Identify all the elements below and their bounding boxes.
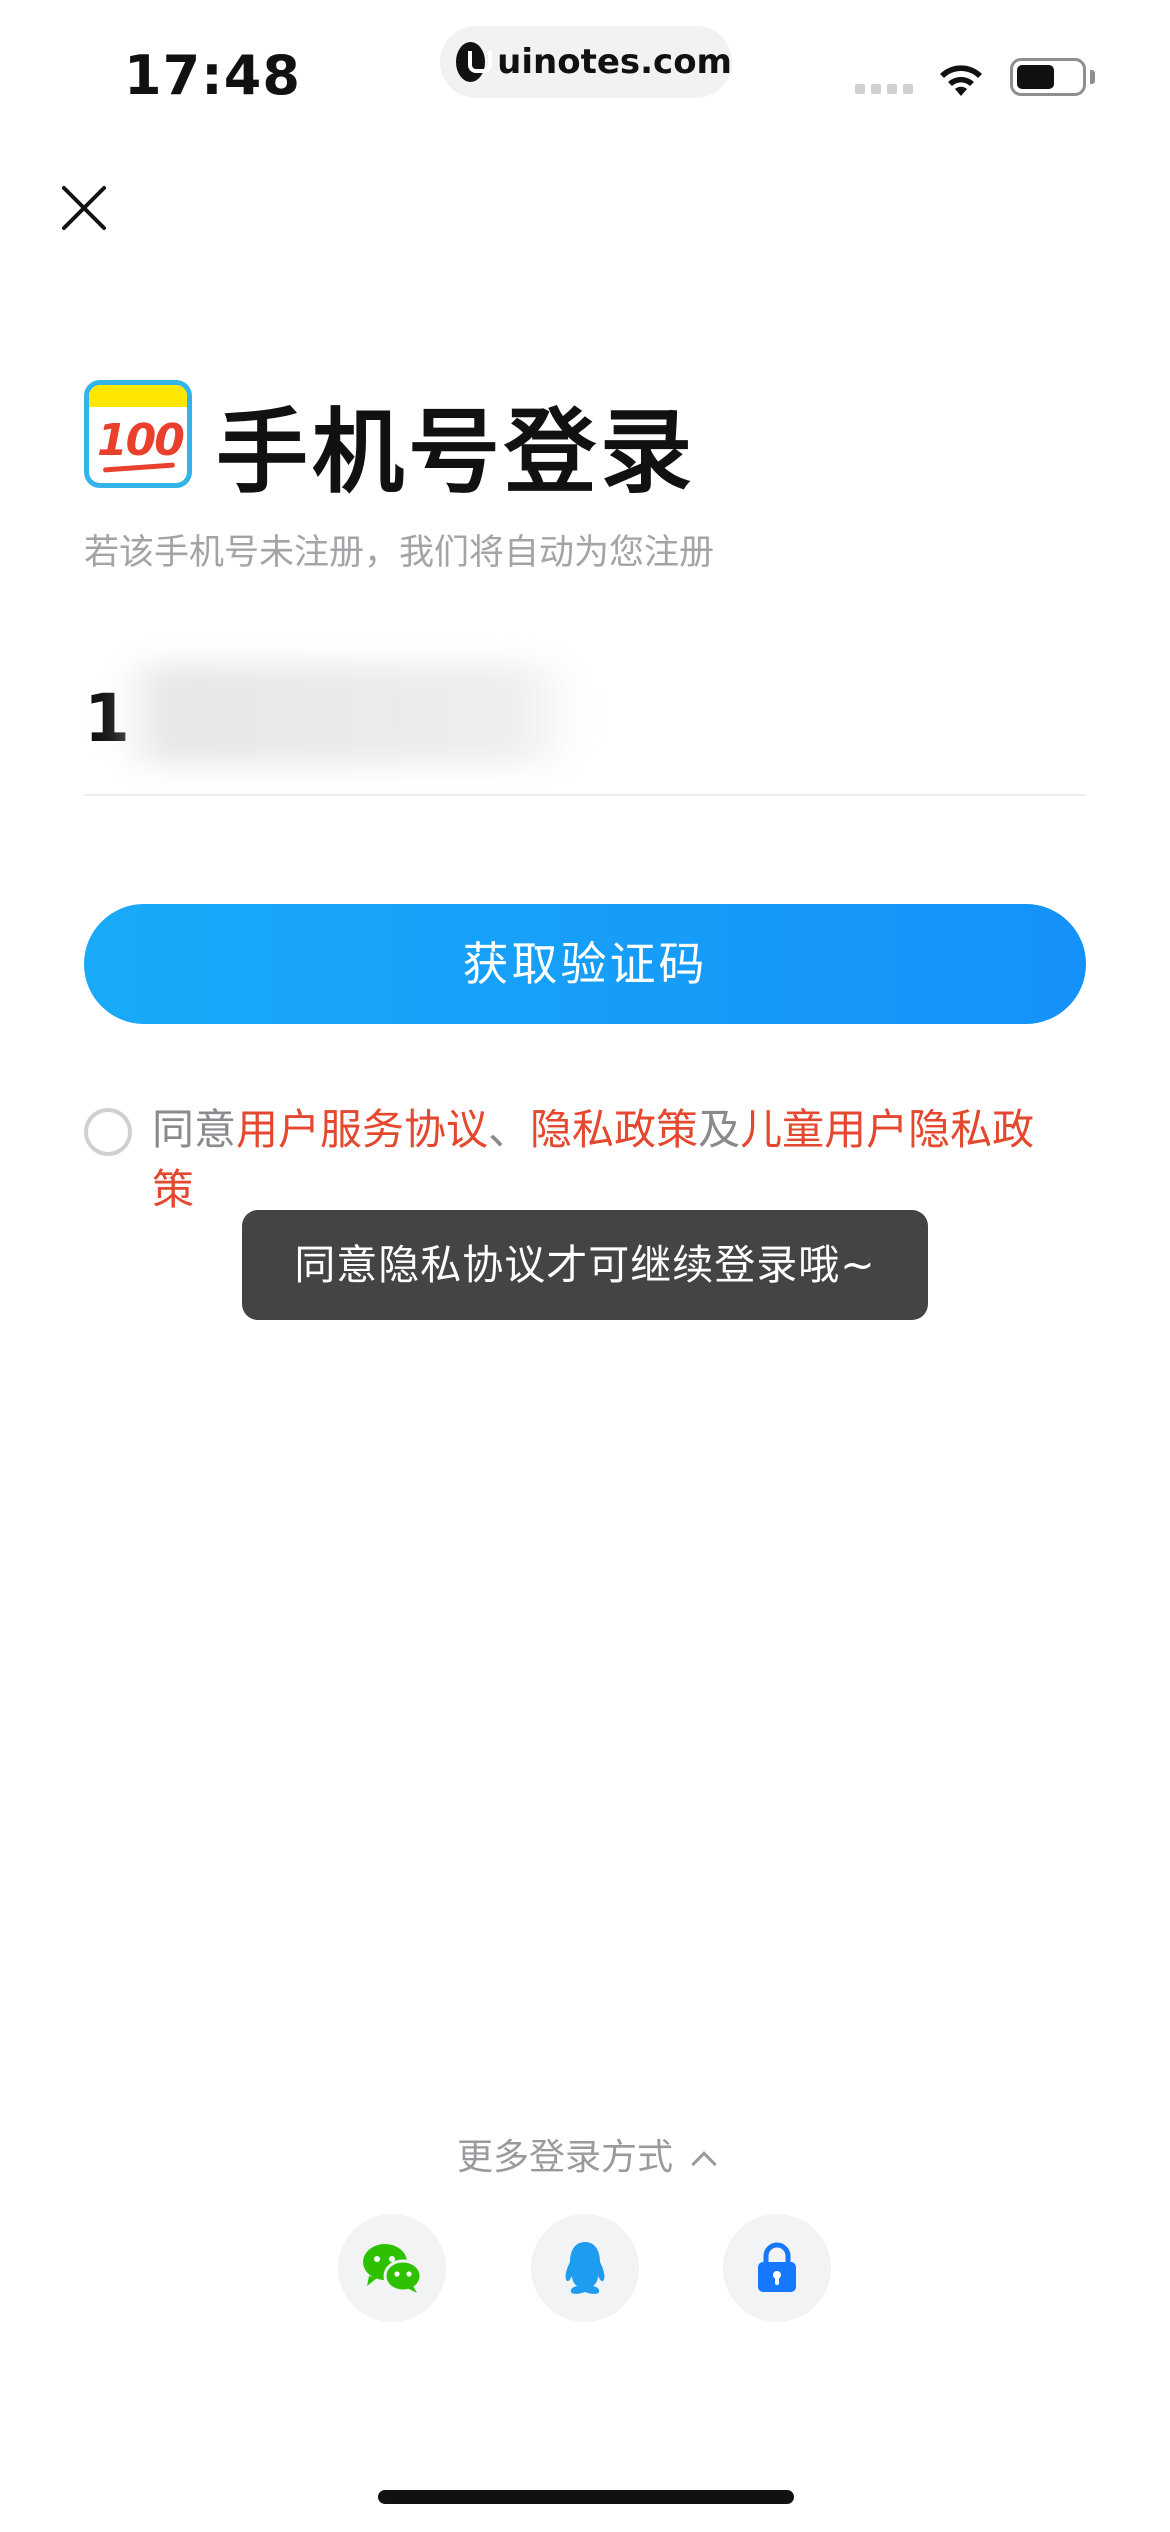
more-login-label: 更多登录方式 xyxy=(456,2137,673,2178)
agreement-radio[interactable] xyxy=(84,1108,132,1156)
agreement-separator: 、 xyxy=(488,1105,531,1154)
battery-tip xyxy=(1090,70,1095,84)
wechat-icon xyxy=(363,2244,423,2293)
privacy-policy-link[interactable]: 隐私政策 xyxy=(530,1105,698,1154)
qq-login-button[interactable] xyxy=(531,2214,639,2322)
login-screen: 17:48 uinotes.com 100 手机号登录 若该手机号未注册，我们将… xyxy=(0,0,1170,2532)
page-subtitle: 若该手机号未注册，我们将自动为您注册 xyxy=(84,533,715,573)
home-indicator xyxy=(378,2490,794,2504)
battery-icon xyxy=(1010,58,1086,96)
qq-icon xyxy=(565,2242,605,2294)
url-text: uinotes.com xyxy=(497,42,732,82)
phone-input[interactable]: 1 xyxy=(84,660,1086,796)
signal-icon xyxy=(855,84,913,94)
close-icon[interactable] xyxy=(56,180,112,236)
account-login-button[interactable] xyxy=(723,2214,831,2322)
agreement-conjunction: 及 xyxy=(698,1105,741,1154)
agreement-text: 同意用户服务协议、隐私政策及儿童用户隐私政策 xyxy=(152,1100,1072,1220)
chevron-up-icon xyxy=(691,2151,717,2177)
wechat-login-button[interactable] xyxy=(338,2214,446,2322)
app-logo-icon: 100 xyxy=(84,380,192,488)
user-agreement-link[interactable]: 用户服务协议 xyxy=(236,1105,488,1154)
lock-icon xyxy=(758,2242,796,2292)
more-login-toggle[interactable]: 更多登录方式 xyxy=(0,2128,1170,2180)
toast-message: 同意隐私协议才可继续登录哦~ xyxy=(242,1210,928,1320)
url-pill[interactable]: uinotes.com xyxy=(440,26,732,98)
get-code-button[interactable]: 获取验证码 xyxy=(84,904,1086,1024)
agreement-prefix: 同意 xyxy=(152,1105,237,1154)
page-title: 手机号登录 xyxy=(216,399,697,506)
uinotes-logo-icon xyxy=(456,42,493,82)
phone-number-blur xyxy=(112,664,582,764)
wifi-icon xyxy=(940,65,982,96)
app-logo-text: 100 xyxy=(97,415,185,466)
status-time: 17:48 xyxy=(124,44,301,107)
